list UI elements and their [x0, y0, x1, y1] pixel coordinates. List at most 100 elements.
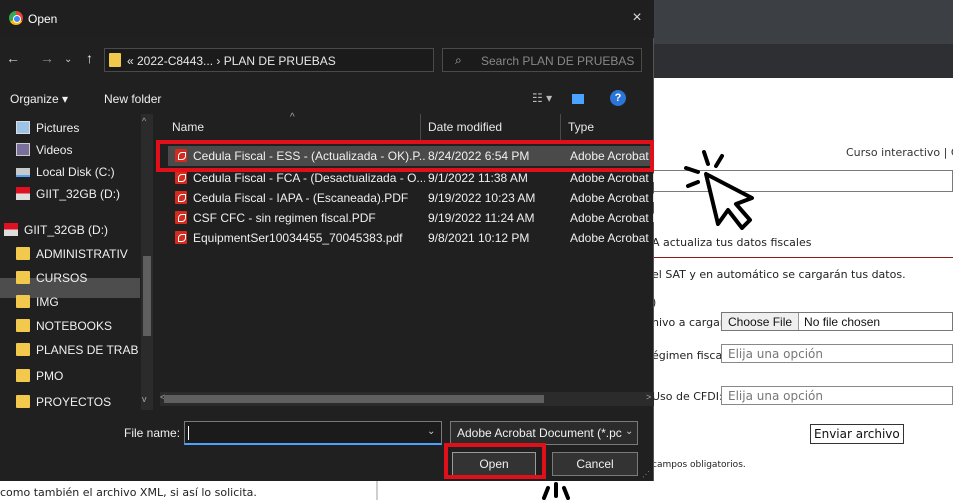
scrollbar-thumb[interactable]: [143, 256, 151, 336]
annotation-highlight-box: [444, 443, 546, 479]
folder-icon: [16, 369, 30, 382]
scrollbar-thumb[interactable]: [164, 395, 544, 403]
uso-cfdi-select[interactable]: Elija una opción: [721, 386, 953, 405]
dialog-title: Open: [28, 12, 58, 26]
nav-item-label: Pictures: [36, 121, 80, 135]
column-name[interactable]: Name: [172, 120, 204, 134]
file-name-input[interactable]: ⌄: [184, 421, 442, 445]
column-type[interactable]: Type: [568, 120, 594, 134]
click-cursor-icon: [542, 482, 570, 500]
file-name: CSF CFC - sin regimen fiscal.PDF: [193, 211, 376, 225]
folder-icon: [16, 343, 30, 356]
up-arrow-icon[interactable]: ↑: [86, 50, 93, 66]
search-input[interactable]: ⌕ Search PLAN DE PRUEBAS: [442, 48, 642, 72]
nav-item-videos[interactable]: Videos: [0, 140, 150, 160]
nav-item-folder[interactable]: CURSOS: [0, 268, 150, 288]
file-name-label: File name:: [124, 426, 181, 440]
file-date: 9/19/2022 10:23 AM: [428, 191, 536, 205]
file-upload-input[interactable]: Choose File No file chosen: [721, 312, 953, 331]
column-divider[interactable]: [420, 114, 421, 140]
nav-item-label: PLANES DE TRAB: [36, 343, 139, 357]
scroll-right-icon[interactable]: >: [646, 392, 651, 402]
nav-item-label: PMO: [36, 369, 64, 383]
nav-item-label: CURSOS: [36, 271, 88, 285]
nav-item-folder[interactable]: PLANES DE TRAB: [0, 340, 150, 360]
pdf-icon: [175, 231, 187, 244]
nav-item-label: GIIT_32GB (D:): [36, 187, 121, 201]
chevron-down-icon[interactable]: ⌄: [427, 426, 435, 437]
chevron-down-icon: ⌄: [625, 426, 634, 437]
nav-scrollbar[interactable]: ^ v: [141, 114, 153, 410]
usb-drive-icon: [4, 223, 18, 236]
nav-item-folder[interactable]: NOTEBOOKS: [0, 316, 150, 336]
nav-item-usb-drive[interactable]: GIIT_32GB (D:): [0, 184, 150, 204]
nav-item-pictures[interactable]: Pictures: [0, 118, 150, 138]
folder-icon: [16, 247, 30, 260]
column-divider[interactable]: [560, 114, 561, 140]
nav-item-usb-drive-root[interactable]: GIIT_32GB (D:): [0, 220, 150, 240]
file-type: Adobe Acrobat I: [570, 211, 654, 225]
dialog-titlebar: Open ×: [0, 0, 654, 38]
regimen-select[interactable]: Elija una opción: [721, 344, 953, 363]
xml-note: como también el archivo XML, si así lo s…: [0, 486, 257, 499]
nav-item-folder[interactable]: ADMINISTRATIV: [0, 244, 150, 264]
nav-item-local-disk[interactable]: Local Disk (C:): [0, 162, 150, 182]
file-row[interactable]: Cedula Fiscal - IAPA - (Escaneada).PDF 9/…: [168, 188, 654, 208]
new-folder-button[interactable]: New folder: [104, 92, 161, 106]
navigation-bar: ← → ⌄ ↑ « 2022-C8443... › PLAN DE PRUEBA…: [0, 44, 654, 76]
scroll-down-icon[interactable]: v: [142, 394, 147, 404]
column-date-modified[interactable]: Date modified: [428, 120, 502, 134]
nav-item-folder[interactable]: IMG: [0, 292, 150, 312]
file-type-value: Adobe Acrobat Document (*.pc: [457, 426, 622, 440]
breadcrumb[interactable]: « 2022-C8443... › PLAN DE PRUEBAS: [127, 54, 336, 68]
nav-item-label: Videos: [36, 143, 73, 157]
file-date: 9/8/2021 10:12 PM: [428, 231, 530, 245]
file-type: Adobe Acrobat I: [570, 171, 654, 185]
cancel-button[interactable]: Cancel: [552, 452, 638, 476]
file-type: Adobe Acrobat I: [570, 191, 654, 205]
column-header-row: ^ Name Date modified Type: [160, 112, 654, 140]
folder-icon: [16, 295, 30, 308]
file-name: Cedula Fiscal - IAPA - (Escaneada).PDF: [193, 191, 409, 205]
close-icon[interactable]: ×: [624, 6, 650, 30]
folder-icon: [16, 395, 30, 408]
section-divider: [652, 257, 953, 258]
pdf-icon: [175, 171, 187, 184]
text-caret: [188, 426, 189, 440]
forward-arrow-icon[interactable]: →: [40, 50, 54, 66]
enviar-archivo-button[interactable]: Enviar archivo: [810, 424, 904, 444]
sort-caret-icon: ^: [290, 112, 295, 123]
file-type: Adobe Acrobat: [570, 231, 649, 245]
help-icon[interactable]: ?: [610, 90, 626, 106]
folder-icon: [16, 271, 30, 284]
uso-cfdi-label: Uso de CFDI:: [652, 390, 723, 403]
search-placeholder: Search PLAN DE PRUEBAS: [481, 54, 635, 68]
nav-item-label: ADMINISTRATIV: [36, 247, 128, 261]
recent-locations-chevron-icon[interactable]: ⌄: [64, 54, 72, 65]
required-fields-note: campos obligatorios.: [652, 460, 746, 470]
address-bar[interactable]: « 2022-C8443... › PLAN DE PRUEBAS ⌄ ↻: [104, 48, 528, 72]
nav-item-label: GIIT_32GB (D:): [24, 223, 109, 237]
instruction-text: el SAT y en automático se cargarán tus d…: [652, 268, 906, 281]
nav-item-folder-selected[interactable]: PROYECTOS: [0, 392, 150, 412]
course-header-text: Curso interactivo | Co: [846, 146, 953, 159]
resize-grip-icon[interactable]: ⋰: [642, 470, 650, 479]
file-row[interactable]: CSF CFC - sin regimen fiscal.PDF 9/19/202…: [168, 208, 654, 228]
change-view-icon[interactable]: ☷ ▾: [532, 91, 552, 105]
file-date: 9/19/2022 11:24 AM: [428, 211, 535, 225]
file-name: Cedula Fiscal - FCA - (Desactualizada - …: [193, 171, 425, 185]
search-icon: ⌕: [455, 53, 462, 67]
choose-file-button[interactable]: Choose File: [722, 313, 800, 330]
preview-pane-icon[interactable]: [572, 94, 584, 104]
nav-item-folder[interactable]: PMO: [0, 366, 150, 386]
horizontal-scrollbar[interactable]: < >: [160, 392, 654, 406]
scroll-up-icon[interactable]: ^: [142, 116, 146, 126]
file-type-select[interactable]: Adobe Acrobat Document (*.pc ⌄: [450, 421, 638, 445]
file-date: 9/1/2022 11:38 AM: [428, 171, 528, 185]
click-cursor-icon: [684, 150, 754, 230]
organize-button[interactable]: Organize ▾: [10, 92, 68, 106]
file-row[interactable]: EquipmentSer10034455_70045383.pdf 9/8/202…: [168, 228, 654, 248]
pdf-icon: [175, 211, 187, 224]
back-arrow-icon[interactable]: ←: [6, 50, 20, 66]
open-file-dialog: Open × ← → ⌄ ↑ « 2022-C8443... › PLAN DE…: [0, 0, 654, 481]
